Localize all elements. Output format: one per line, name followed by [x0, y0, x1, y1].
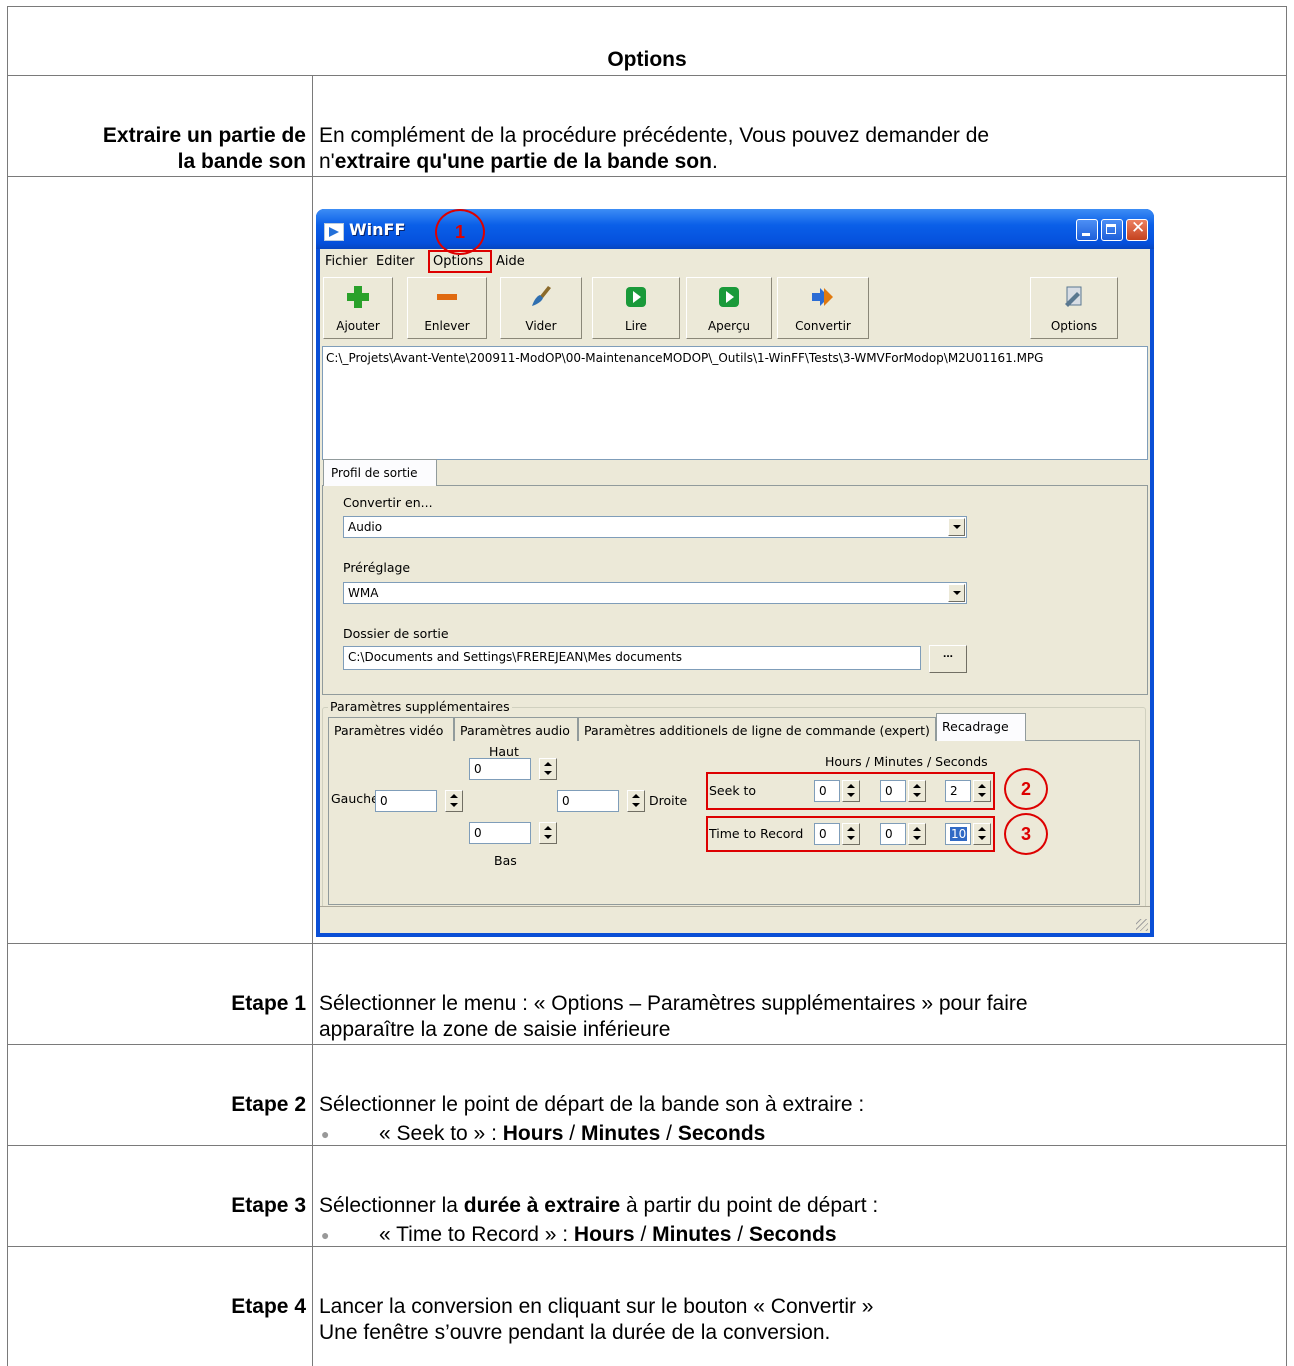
step-4-line1: Lancer la conversion en cliquant sur le … — [319, 1295, 874, 1318]
maximize-button[interactable] — [1101, 219, 1123, 241]
spin-arrows-icon[interactable] — [539, 822, 557, 844]
step-3-line1: Sélectionner la durée à extraire à parti… — [319, 1194, 879, 1217]
step-2-label: Etape 2 — [231, 1093, 306, 1116]
crop-top-label: Haut — [489, 744, 519, 759]
convert-to-select[interactable]: Audio — [343, 516, 967, 538]
browse-button[interactable]: ... — [929, 645, 967, 673]
tab-crop[interactable]: Recadrage — [936, 713, 1026, 741]
annotation-1: 1 — [435, 209, 485, 255]
extra-params-label: Paramètres supplémentaires — [328, 699, 512, 714]
step-4-label: Etape 4 — [231, 1295, 306, 1318]
bullet-icon: ● — [321, 1227, 330, 1243]
clear-button[interactable]: Vider — [500, 277, 582, 339]
spin-arrows-icon[interactable] — [539, 758, 557, 780]
step-1-line1: Sélectionner le menu : « Options – Param… — [319, 992, 1028, 1015]
tab-profile[interactable]: Profil de sortie — [323, 459, 437, 486]
play-icon — [626, 287, 646, 307]
add-button[interactable]: Ajouter — [323, 277, 393, 339]
chevron-down-icon[interactable] — [948, 584, 965, 602]
close-button[interactable]: ✕ — [1126, 218, 1148, 241]
output-folder-input[interactable]: C:\Documents and Settings\FREREJEAN\Mes … — [343, 646, 921, 670]
section-row: Extraire un partie de la bande son En co… — [7, 75, 1287, 177]
plus-icon — [347, 286, 369, 308]
annotation-box-seek — [706, 772, 995, 810]
broom-icon — [532, 286, 551, 306]
section-label: Extraire un partie de la bande son — [102, 124, 306, 173]
crop-bottom-label: Bas — [494, 853, 517, 868]
remove-button[interactable]: Enlever — [407, 277, 487, 339]
title-row: Options — [7, 6, 1287, 76]
spin-arrows-icon[interactable] — [627, 790, 645, 812]
step-2-bullet: « Seek to » : Hours / Minutes / Seconds — [379, 1122, 766, 1145]
crop-panel: Haut 0 Gauche 0 0 Droite 0 Bas Hours / M… — [328, 740, 1140, 905]
step-4-row: Etape 4 Lancer la conversion en cliquant… — [7, 1246, 1287, 1366]
resize-grip-icon[interactable] — [1136, 919, 1148, 931]
crop-top-spinner[interactable]: 0 — [469, 758, 557, 780]
annotation-2: 2 — [1004, 768, 1048, 810]
file-list-item[interactable]: C:\_Projets\Avant-Vente\200911-ModOP\00-… — [323, 347, 1147, 369]
app-icon — [324, 223, 344, 241]
settings-icon — [1065, 286, 1082, 307]
time-header: Hours / Minutes / Seconds — [825, 754, 988, 769]
profile-panel: Convertir en... Audio Préréglage WMA Dos… — [322, 485, 1148, 695]
step-1-row: Etape 1 Sélectionner le menu : « Options… — [7, 943, 1287, 1045]
close-icon: ✕ — [1131, 218, 1146, 238]
play-button[interactable]: Lire — [592, 277, 680, 339]
minimize-icon — [1082, 233, 1090, 236]
output-folder-label: Dossier de sortie — [343, 626, 449, 641]
step-1-label: Etape 1 — [231, 992, 306, 1015]
convert-to-label: Convertir en... — [343, 495, 433, 510]
crop-bottom-spinner[interactable]: 0 — [469, 822, 557, 844]
tab-video-params[interactable]: Paramètres vidéo — [328, 717, 454, 741]
step-2-line1: Sélectionner le point de départ de la ba… — [319, 1093, 865, 1116]
maximize-icon — [1106, 224, 1116, 234]
file-list[interactable]: C:\_Projets\Avant-Vente\200911-ModOP\00-… — [322, 346, 1148, 460]
preset-select[interactable]: WMA — [343, 582, 967, 604]
annotation-box-record — [706, 816, 995, 852]
convert-button[interactable]: Convertir — [777, 277, 869, 339]
status-bar — [320, 906, 1150, 933]
tab-commandline-params[interactable]: Paramètres additionels de ligne de comma… — [578, 717, 936, 741]
window-title: WinFF — [349, 220, 406, 239]
toolbar: Ajouter Enlever Vider Lire Aperçu Conver… — [320, 273, 1150, 343]
spin-arrows-icon[interactable] — [445, 790, 463, 812]
step-3-label: Etape 3 — [231, 1194, 306, 1217]
preset-label: Préréglage — [343, 560, 411, 575]
page-title: Options — [607, 48, 687, 71]
options-button[interactable]: Options — [1030, 277, 1118, 339]
window-client: Fichier Editer Options Aide Ajouter Enle… — [320, 249, 1150, 933]
menu-editer[interactable]: Editer — [376, 254, 415, 269]
crop-right-spinner[interactable]: 0 — [557, 790, 645, 812]
step-1-line2: apparaître la zone de saisie inférieure — [319, 1018, 671, 1041]
bullet-icon: ● — [321, 1126, 330, 1142]
section-text-line2: n'extraire qu'une partie de la bande son… — [319, 150, 718, 173]
step-4-line2: Une fenêtre s’ouvre pendant la durée de … — [319, 1321, 831, 1344]
crop-right-label: Droite — [649, 793, 688, 808]
annotation-3: 3 — [1004, 813, 1048, 855]
section-text-line1: En complément de la procédure précédente… — [319, 124, 990, 147]
chevron-down-icon[interactable] — [948, 518, 965, 536]
winff-window: WinFF ✕ Fichier Editer Options Aide Ajou… — [316, 209, 1154, 937]
step-3-bullet: « Time to Record » : Hours / Minutes / S… — [379, 1223, 837, 1246]
crop-left-spinner[interactable]: 0 — [375, 790, 463, 812]
preview-button[interactable]: Aperçu — [686, 277, 772, 339]
minus-icon — [437, 294, 457, 300]
tab-audio-params[interactable]: Paramètres audio — [454, 717, 578, 741]
step-3-row: Etape 3 Sélectionner la durée à extraire… — [7, 1145, 1287, 1247]
crop-left-label: Gauche — [331, 791, 379, 806]
menu-aide[interactable]: Aide — [496, 254, 525, 269]
minimize-button[interactable] — [1076, 219, 1098, 241]
preview-icon — [719, 287, 739, 307]
convert-icon — [812, 288, 833, 306]
step-2-row: Etape 2 Sélectionner le point de départ … — [7, 1044, 1287, 1146]
menu-fichier[interactable]: Fichier — [325, 254, 368, 269]
